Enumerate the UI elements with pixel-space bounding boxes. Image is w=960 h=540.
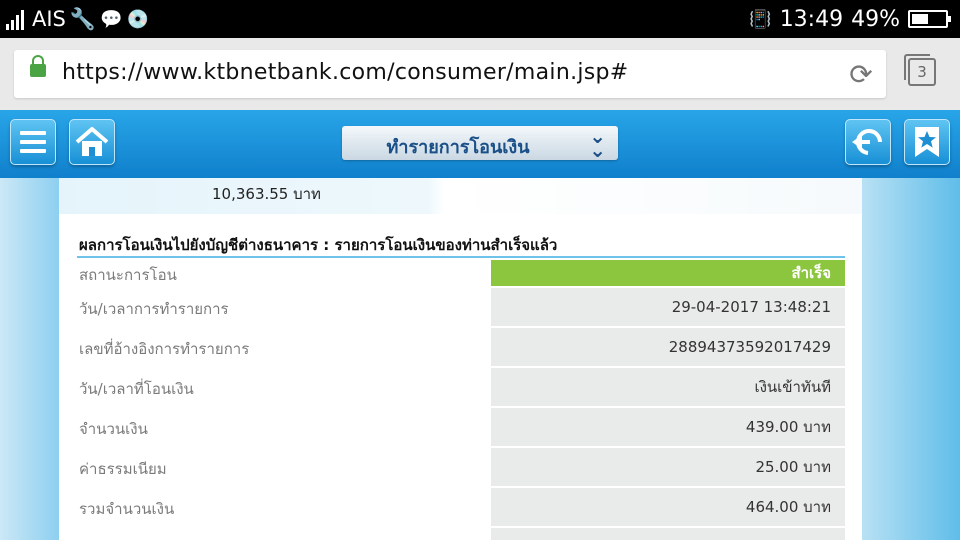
row-value: เงินเข้าทันที [491,368,845,406]
lock-icon [30,55,46,77]
double-chevron-down-icon: ⌄ ⌄ [589,124,606,162]
detail-row-reference: เลขที่อ้างอิงการทำรายการ 288943735920174… [77,328,845,366]
back-arrow-icon [852,129,882,155]
browser-toolbar: https://www.ktbnetbank.com/consumer/main… [0,38,960,110]
row-label: วัน/เวลาการทำรายการ [79,300,229,318]
app-header: ทำรายการโอนเงิน ⌄ ⌄ [0,110,960,178]
row-value [491,528,845,540]
status-left: AIS 🔧 💬 💿 [6,5,149,33]
result-heading: ผลการโอนเงินไปยังบัญชีต่างธนาคาร : รายกา… [79,236,558,254]
battery-percent: 49% [851,6,900,32]
carrier-name: AIS [32,7,66,31]
right-sidebar-background [862,178,960,540]
detail-row-next [77,528,845,540]
detail-row-status: สถานะการโอน สำเร็จ [77,260,845,286]
tab-switcher-button[interactable]: 3 [904,54,936,86]
menu-button[interactable] [10,119,56,165]
row-label: เลขที่อ้างอิงการทำรายการ [79,340,250,358]
bookmark-star-icon [915,127,939,157]
row-label: ค่าธรรมเนียม [79,460,167,478]
status-bar: AIS 🔧 💬 💿 📳 13:49 49% [0,0,960,38]
row-value: 464.00 บาท [491,488,845,526]
detail-row-amount: จำนวนเงิน 439.00 บาท [77,408,845,446]
account-balance: 10,363.55 บาท [212,185,321,203]
favorite-button[interactable] [904,119,950,165]
balance-band: 10,363.55 บาท [59,178,862,214]
chat-icon: 💬 [100,8,123,30]
detail-row-fee: ค่าธรรมเนียม 25.00 บาท [77,448,845,486]
detail-row-total: รวมจำนวนเงิน 464.00 บาท [77,488,845,526]
url-text[interactable]: https://www.ktbnetbank.com/consumer/main… [62,60,629,85]
heading-divider [77,256,845,258]
row-value: 29-04-2017 13:48:21 [491,288,845,326]
tab-count: 3 [917,63,927,81]
detail-row-transfer-time: วัน/เวลาที่โอนเงิน เงินเข้าทันที [77,368,845,406]
status-badge: สำเร็จ [491,260,845,286]
dropdown-label: ทำรายการโอนเงิน [386,137,530,158]
home-icon [75,127,109,156]
hamburger-icon [20,131,46,158]
transaction-menu-dropdown[interactable]: ทำรายการโอนเงิน ⌄ ⌄ [342,126,618,160]
content-area: 10,363.55 บาท ผลการโอนเงินไปยังบัญชีต่าง… [0,178,960,540]
transfer-result-card: 10,363.55 บาท ผลการโอนเงินไปยังบัญชีต่าง… [59,178,862,540]
row-value: 28894373592017429 [491,328,845,366]
signal-icon [6,8,24,30]
disc-icon: 💿 [126,8,149,30]
row-value: 25.00 บาท [491,448,845,486]
home-button[interactable] [69,119,115,165]
address-bar[interactable]: https://www.ktbnetbank.com/consumer/main… [14,50,886,98]
status-right: 📳 13:49 49% [749,5,951,33]
row-label: รวมจำนวนเงิน [79,500,175,518]
vibrate-icon: 📳 [749,8,772,30]
clock: 13:49 [779,6,844,32]
reload-icon[interactable]: ⟳ [846,60,876,90]
row-label: วัน/เวลาที่โอนเงิน [79,380,194,398]
detail-row-datetime: วัน/เวลาการทำรายการ 29-04-2017 13:48:21 [77,288,845,326]
wrench-icon: 🔧 [69,6,97,31]
back-button[interactable] [845,119,891,165]
battery-icon [908,10,951,28]
row-label: จำนวนเงิน [79,420,148,438]
row-value: 439.00 บาท [491,408,845,446]
row-label: สถานะการโอน [79,266,177,284]
